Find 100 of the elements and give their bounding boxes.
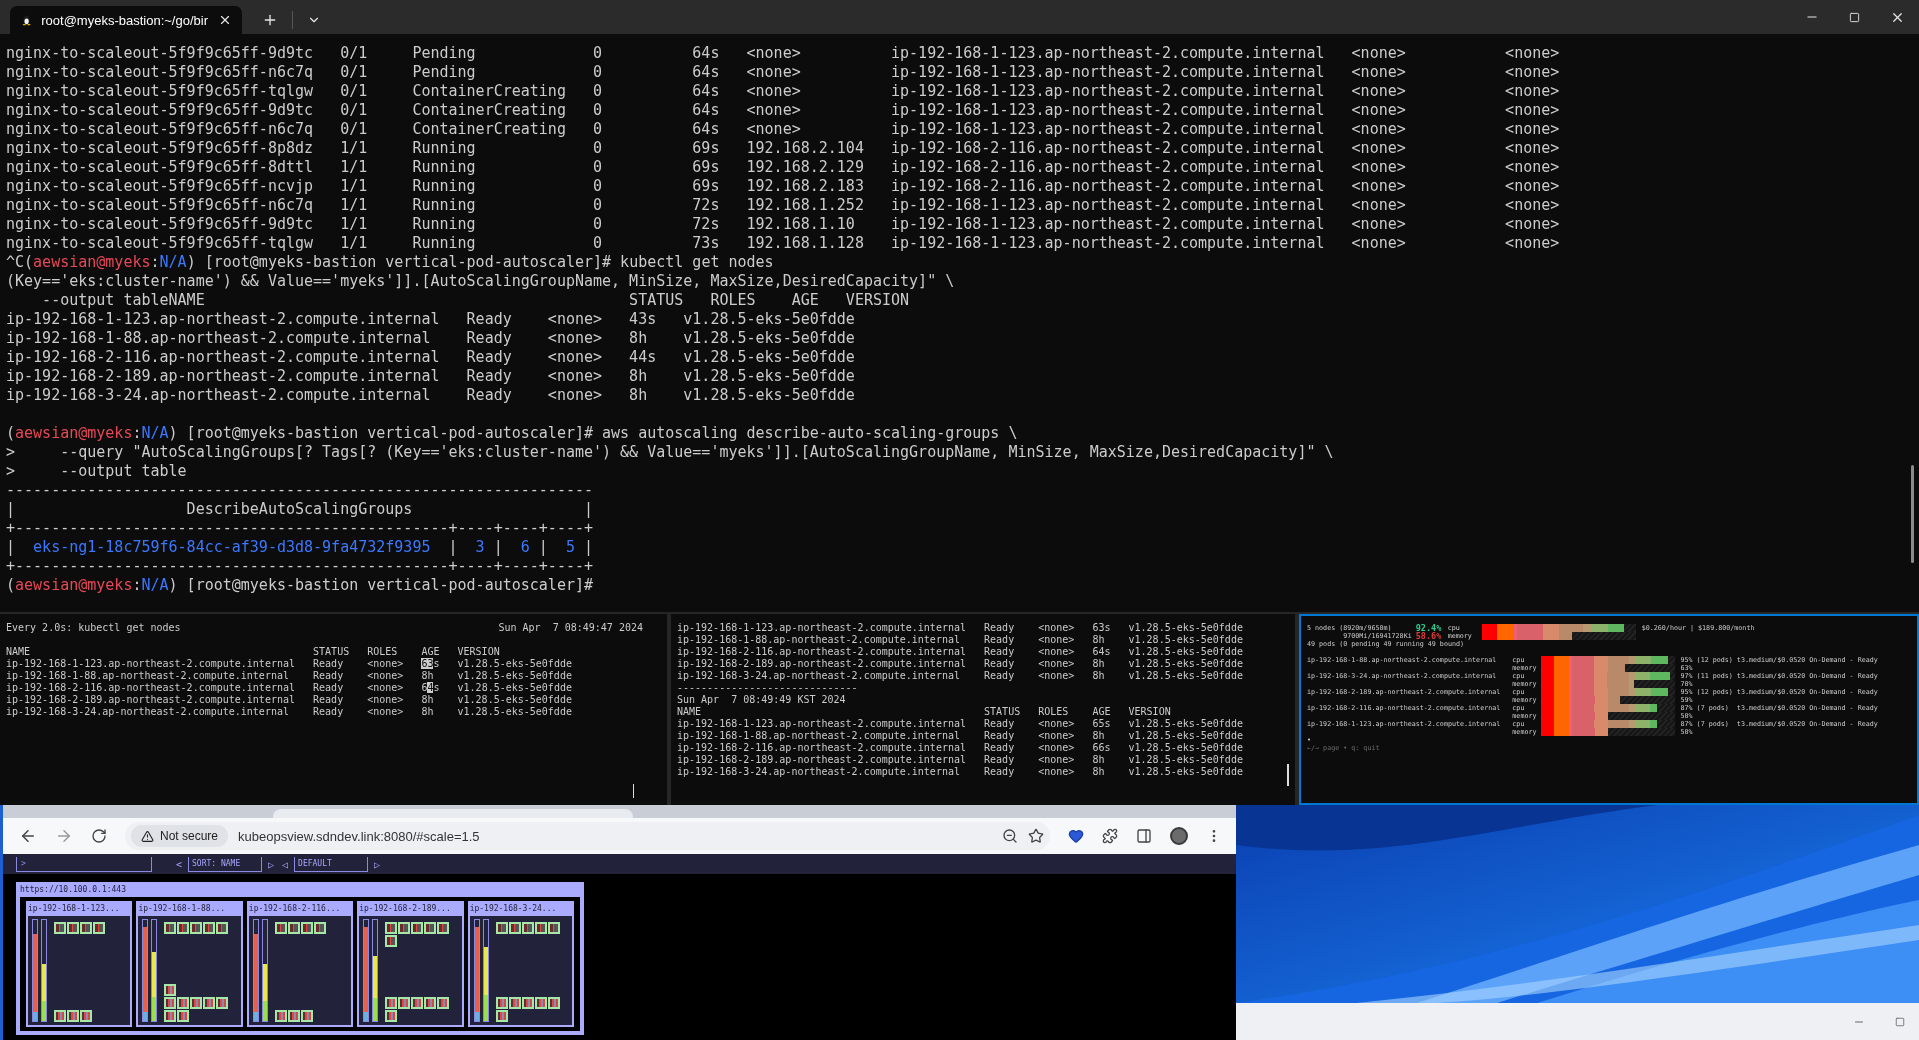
pod-icon[interactable] — [80, 922, 92, 934]
pod-icon[interactable] — [300, 1010, 313, 1022]
pod-icon[interactable] — [385, 922, 398, 934]
terminal-line: (Key=='eks:cluster-name') && Value=='myeks']].[AutoScalingGroupName, MinSize, MaxSize,DesiredCapacity]" \ — [6, 272, 955, 291]
pod-icon[interactable] — [495, 997, 508, 1009]
pod-icon[interactable] — [547, 997, 560, 1009]
pod-icon[interactable] — [54, 922, 66, 934]
pod-icon[interactable] — [177, 922, 190, 934]
pod-icon[interactable] — [398, 922, 411, 934]
star-icon[interactable] — [1028, 828, 1044, 844]
pod-icon[interactable] — [216, 922, 229, 934]
terminal-line: nginx-to-scaleout-5f9f9c65ff-8p8dz 1/1 Running 0 69s 192.168.2.104 ip-192-168-2-116.ap-northeast-2.compute.internal <none> <none> — [6, 139, 1560, 158]
pod-icon[interactable] — [203, 922, 216, 934]
zoom-icon[interactable] — [1002, 828, 1018, 844]
pod-icon[interactable] — [54, 1010, 66, 1022]
pod-icon[interactable] — [67, 1010, 79, 1022]
pod-icon[interactable] — [385, 935, 398, 947]
pod-icon[interactable] — [190, 997, 203, 1009]
pod-icon[interactable] — [203, 997, 216, 1009]
penguin-icon — [22, 12, 32, 28]
pod-icon[interactable] — [424, 997, 437, 1009]
scrollbar-thumb[interactable] — [1287, 764, 1289, 786]
reload-button[interactable] — [91, 828, 107, 844]
pod-icon[interactable] — [164, 984, 177, 996]
pod-icon[interactable] — [495, 1010, 508, 1022]
scrollbar-thumb[interactable] — [1910, 465, 1914, 563]
pod-icon[interactable] — [508, 922, 521, 934]
pod-icon[interactable] — [177, 1010, 190, 1022]
terminal-line: NAME STATUS ROLES AGE VERSION — [6, 646, 500, 658]
side-panel-icon[interactable] — [1136, 828, 1152, 844]
pod-icon[interactable] — [424, 922, 437, 934]
pod-icon[interactable] — [534, 997, 547, 1009]
node-card[interactable]: ip-192-168-2-116... — [246, 901, 354, 1027]
terminal-line: ip-192-168-2-189.ap-northeast-2.compute.internal Ready <none> 8h v1.28.5-eks-5e0fdde — [677, 658, 1243, 670]
node-title: ip-192-168-2-189... — [359, 903, 452, 915]
back-button[interactable] — [19, 827, 37, 845]
pod-icon[interactable] — [67, 922, 79, 934]
pod-icon[interactable] — [164, 1010, 177, 1022]
pod-icon[interactable] — [385, 997, 398, 1009]
terminal-line: ip-192-168-1-88.ap-northeast-2.compute.internal Ready <none> 8h v1.28.5-eks-5e0fdde — [677, 634, 1243, 646]
terminal-line: nginx-to-scaleout-5f9f9c65ff-8dttl 1/1 Running 0 69s 192.168.2.129 ip-192-168-2-116.ap-northeast-2.compute.internal <none> <none> — [6, 158, 1560, 177]
pod-icon[interactable] — [274, 1010, 287, 1022]
filter-field[interactable]: > — [16, 856, 152, 872]
avatar-icon[interactable] — [1170, 827, 1188, 845]
pod-icon[interactable] — [190, 922, 203, 934]
url-field[interactable]: kubeopsview.sdndev.link:8080/#scale=1.5 — [238, 828, 992, 844]
pod-icon[interactable] — [80, 1010, 92, 1022]
terminal-line: > --query "AutoScalingGroups[? Tags[? (Key=='eks:cluster-name') && Value=='myeks']].[AutoScalingGroupName, MinSize, MaxSize,DesiredCapacity]" \ — [6, 443, 1334, 462]
pod-icon[interactable] — [534, 922, 547, 934]
pod-icon[interactable] — [274, 922, 287, 934]
node-title: ip-192-168-2-116... — [248, 903, 342, 915]
select-button[interactable]: DEFAULT — [294, 856, 369, 872]
terminal-line: nginx-to-scaleout-5f9f9c65ff-tqlgw 0/1 ContainerCreating 0 64s <none> ip-192-168-1-123.ap-northeast-2.compute.internal <none> <none> — [6, 82, 1560, 101]
pod-icon[interactable] — [313, 922, 326, 934]
pod-icon[interactable] — [300, 922, 313, 934]
terminal-line: nginx-to-scaleout-5f9f9c65ff-n6c7q 1/1 Running 0 72s 192.168.1.252 ip-192-168-1-123.ap-northeast-2.compute.internal <none> <none> — [6, 196, 1560, 215]
forward-button[interactable] — [55, 827, 73, 845]
pod-icon[interactable] — [437, 997, 450, 1009]
pod-icon[interactable] — [521, 997, 534, 1009]
pod-icon[interactable] — [385, 1010, 398, 1022]
pod-icon[interactable] — [521, 922, 534, 934]
node-title: ip-192-168-3-24... — [469, 903, 558, 915]
node-card[interactable]: ip-192-168-1-88... — [136, 901, 243, 1027]
node-card[interactable]: ip-192-168-3-24... — [467, 901, 575, 1027]
terminal-line: nginx-to-scaleout-5f9f9c65ff-tqlgw 1/1 Running 0 73s 192.168.1.128 ip-192-168-1-123.ap-northeast-2.compute.internal <none> <none> — [6, 234, 1560, 253]
pod-icon[interactable] — [177, 997, 190, 1009]
pod-icon[interactable] — [287, 1010, 300, 1022]
terminal-line: ip-192-168-2-116.ap-northeast-2.compute.internal Ready <none> 64s v1.28.5-eks-5e0fdde — [6, 682, 572, 694]
arrow-button[interactable]: ▷ — [266, 858, 277, 870]
select-button[interactable]: SORT: NAME — [188, 856, 263, 872]
terminal-line: ip-192-168-1-88.ap-northeast-2.compute.internal Ready <none> 8h v1.28.5-eks-5e0fdde — [6, 329, 855, 348]
terminal-line: nginx-to-scaleout-5f9f9c65ff-n6c7q 0/1 ContainerCreating 0 64s <none> ip-192-168-1-123.ap-northeast-2.compute.internal <none> <none> — [6, 120, 1560, 139]
arrow-button[interactable]: ◁ — [280, 858, 291, 870]
pod-icon[interactable] — [411, 922, 424, 934]
pod-icon[interactable] — [164, 997, 177, 1009]
puzzle-icon[interactable] — [1102, 828, 1118, 844]
terminal-line: ----------------------------------------------------------------- — [6, 481, 593, 500]
node-card[interactable]: ip-192-168-2-189... — [357, 901, 464, 1027]
pod-icon[interactable] — [93, 922, 105, 934]
pod-icon[interactable] — [495, 922, 508, 934]
pod-icon[interactable] — [398, 997, 411, 1009]
pod-icon[interactable] — [216, 997, 229, 1009]
pod-icon[interactable] — [411, 997, 424, 1009]
arrow-button[interactable]: < — [174, 858, 185, 870]
pod-icon[interactable] — [287, 922, 300, 934]
pod-icon[interactable] — [508, 997, 521, 1009]
heart-icon[interactable] — [1068, 828, 1084, 844]
pod-icon[interactable] — [164, 922, 177, 934]
usage-percent: 92.4% — [1415, 624, 1442, 632]
arrow-button[interactable]: ▷ — [372, 858, 383, 870]
pod-icon[interactable] — [547, 922, 560, 934]
terminal-line: ------------------------------ — [677, 682, 858, 694]
pod-icon[interactable] — [437, 922, 450, 934]
watch-command: Every 2.0s: kubectl get nodes — [6, 622, 181, 634]
terminal-tab[interactable]: root@myeks-bastion:~/go/bir — [10, 6, 242, 34]
security-chip[interactable]: Not secure — [131, 825, 229, 847]
close-tab-button[interactable] — [218, 13, 232, 27]
new-tab-button[interactable] — [262, 12, 278, 28]
terminal-line: nginx-to-scaleout-5f9f9c65ff-9d9tc 0/1 ContainerCreating 0 64s <none> ip-192-168-1-123.ap-northeast-2.compute.internal <none> <none> — [6, 101, 1560, 120]
node-card[interactable]: ip-192-168-1-123... — [26, 901, 133, 1027]
